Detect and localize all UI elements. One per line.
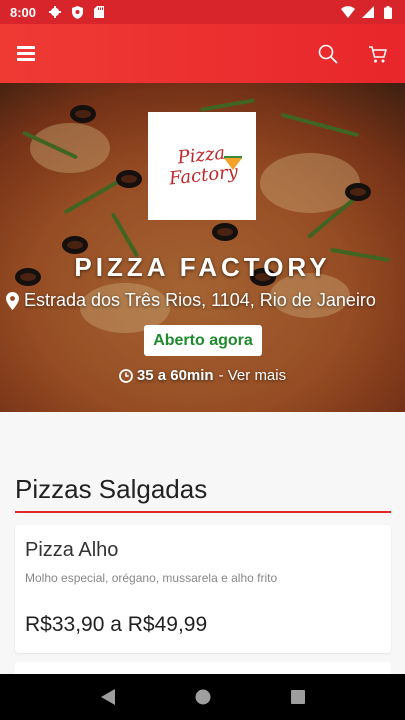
status-time: 8:00 (10, 4, 37, 20)
logo-slice (224, 158, 242, 170)
gear-icon (48, 5, 62, 19)
clock-icon (118, 368, 133, 383)
address-text: Estrada dos Três Rios, 1104, Rio de Jane… (24, 290, 376, 310)
system-nav-bar (0, 674, 405, 720)
section-title: Pizzas Salgadas (15, 474, 208, 504)
hamburger-menu-icon[interactable] (16, 44, 36, 64)
open-status-badge: Aberto agora (144, 325, 262, 356)
menu-item-card[interactable]: Pizza Alho Molho especial, orégano, muss… (15, 525, 391, 653)
menu-item-name: Pizza Alho (25, 539, 119, 561)
wifi-icon (341, 5, 355, 19)
delivery-time: 35 a 60min (136, 367, 214, 384)
status-bar: 8:00 (0, 0, 405, 24)
section-divider (15, 511, 391, 513)
menu-content: Pizzas Salgadas Pizza Alho Molho especia… (0, 412, 405, 692)
cart-icon[interactable] (367, 43, 389, 65)
sd-card-icon (92, 5, 106, 19)
shield-icon (70, 5, 84, 19)
store-logo: Pizza Factory (148, 112, 256, 220)
app-bar (0, 24, 405, 83)
store-name: PIZZA FACTORY (74, 252, 331, 282)
search-icon[interactable] (317, 43, 339, 65)
see-more-link[interactable]: - Ver mais (219, 367, 287, 384)
app-bar-actions (317, 43, 389, 65)
battery-icon (381, 5, 395, 19)
status-left: 8:00 (10, 5, 106, 20)
menu-item-description: Molho especial, orégano, mussarela e alh… (25, 571, 278, 585)
signal-icon (361, 5, 375, 19)
store-address: Estrada dos Três Rios, 1104, Rio de Jane… (6, 290, 405, 311)
delivery-time-row: 35 a 60min - Ver mais (0, 367, 405, 384)
back-triangle-icon[interactable] (97, 686, 119, 708)
recents-square-icon[interactable] (287, 686, 309, 708)
location-pin-icon (6, 291, 20, 310)
home-circle-icon[interactable] (192, 686, 214, 708)
menu-item-price: R$33,90 a R$49,99 (25, 613, 208, 636)
status-right (341, 5, 395, 19)
